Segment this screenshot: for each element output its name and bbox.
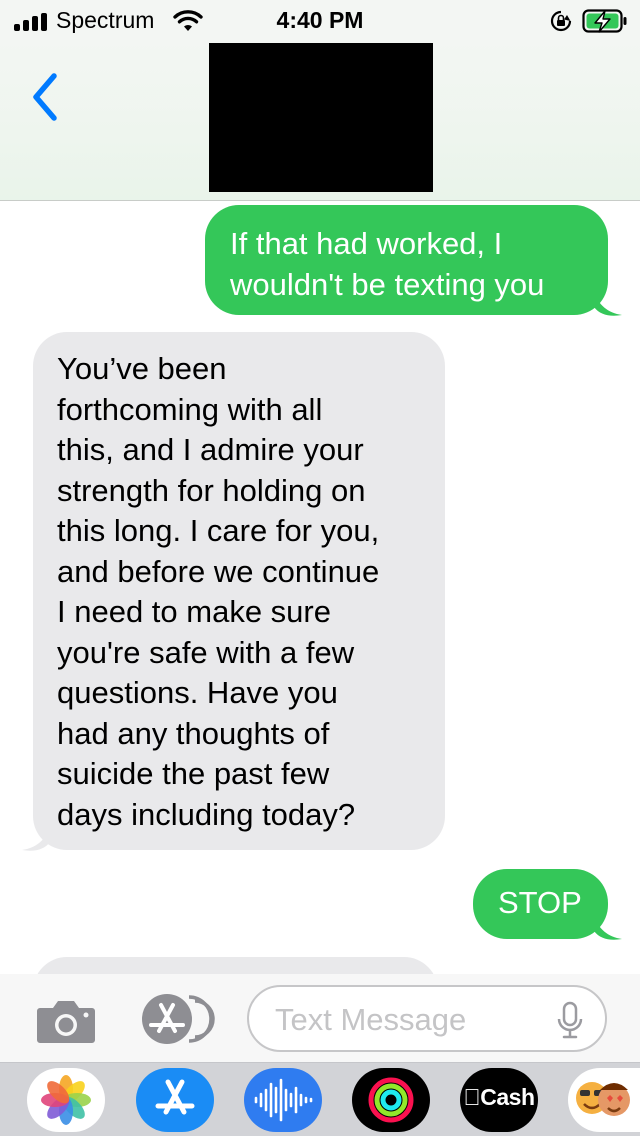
app-store-icon[interactable] [137, 993, 215, 1045]
message-input-placeholder: Text Message [275, 1002, 467, 1037]
status-time: 4:40 PM [276, 7, 364, 33]
memoji-icon[interactable] [568, 1068, 640, 1132]
camera-icon[interactable] [36, 998, 96, 1044]
received-message-bubble[interactable] [33, 957, 438, 974]
message-text: If that had worked, I wouldn't be textin… [230, 226, 545, 302]
message-text: You’ve been forthcoming with all this, a… [57, 351, 380, 832]
conversation-header [0, 40, 640, 201]
microphone-icon[interactable] [557, 1001, 583, 1039]
chevron-left-icon[interactable] [28, 70, 64, 124]
imessage-app-drawer: Cash [0, 1062, 640, 1136]
audio-waveform-icon[interactable] [244, 1068, 322, 1132]
message-thread[interactable]: If that had worked, I wouldn't be textin… [0, 201, 640, 974]
orientation-lock-icon [550, 10, 572, 32]
bubble-tail [594, 915, 622, 940]
apple-cash-label: Cash [464, 1084, 536, 1110]
photos-icon[interactable] [27, 1068, 105, 1132]
received-message-bubble[interactable]: You’ve been forthcoming with all this, a… [33, 332, 445, 850]
bubble-tail [22, 826, 50, 851]
activity-rings-icon[interactable] [352, 1068, 430, 1132]
bubble-tail [594, 291, 622, 316]
message-input[interactable]: Text Message [247, 985, 607, 1052]
sent-message-bubble[interactable]: If that had worked, I wouldn't be textin… [205, 205, 608, 315]
contact-avatar-redacted[interactable] [209, 43, 433, 192]
apple-cash-icon[interactable]: Cash [460, 1068, 538, 1132]
battery-charging-icon [582, 9, 627, 33]
sent-message-bubble[interactable]: STOP [473, 869, 608, 939]
message-composer: Text Message [0, 974, 640, 1062]
message-text: STOP [498, 885, 582, 920]
status-bar: Spectrum 4:40 PM [0, 0, 640, 40]
app-store-icon[interactable] [136, 1068, 214, 1132]
